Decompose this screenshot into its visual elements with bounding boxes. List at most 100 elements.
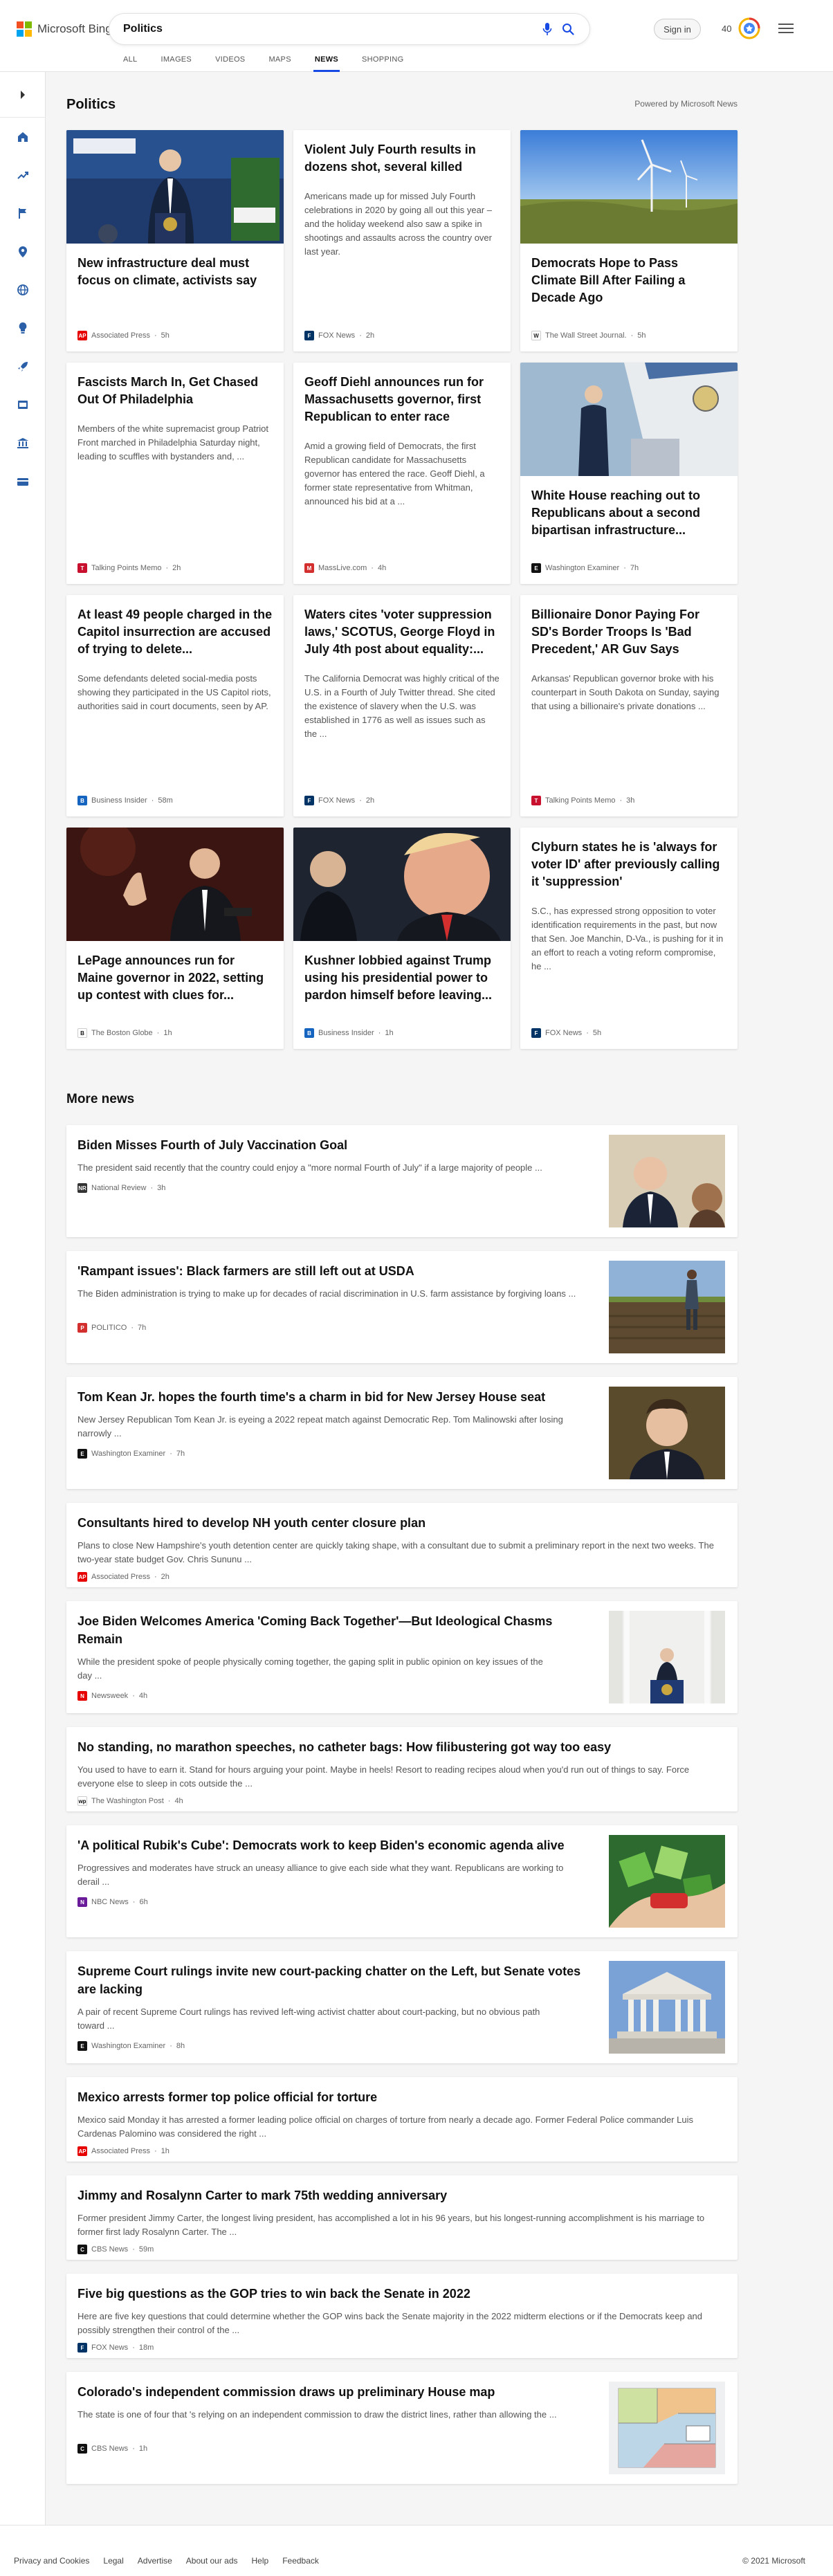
card-title[interactable]: LePage announces run for Maine governor …	[66, 952, 284, 1004]
list-item[interactable]: No standing, no marathon speeches, no ca…	[66, 1727, 738, 1811]
card-title[interactable]: Fascists March In, Get Chased Out Of Phi…	[66, 374, 284, 408]
news-card[interactable]: Democrats Hope to Pass Climate Bill Afte…	[520, 130, 738, 351]
bank-icon[interactable]	[15, 435, 31, 451]
source-logo-icon: E	[77, 1449, 87, 1459]
card-title[interactable]: Billionaire Donor Paying For SD's Border…	[520, 606, 738, 658]
search-icon[interactable]	[558, 19, 578, 39]
tab-shopping[interactable]: SHOPPING	[362, 55, 403, 72]
list-item[interactable]: Five big questions as the GOP tries to w…	[66, 2274, 738, 2358]
list-item[interactable]: Mexico arrests former top police officia…	[66, 2077, 738, 2162]
meta-separator: ·	[154, 1573, 157, 1581]
footer-link-privacy[interactable]: Privacy and Cookies	[14, 2556, 89, 2566]
section-title: Politics	[66, 97, 116, 112]
mic-icon[interactable]	[537, 19, 558, 39]
globe-icon[interactable]	[15, 282, 31, 298]
footer-link-advertise[interactable]: Advertise	[138, 2556, 172, 2566]
list-item[interactable]: Colorado's independent commission draws …	[66, 2372, 738, 2484]
list-item[interactable]: Supreme Court rulings invite new court-p…	[66, 1951, 738, 2063]
news-card[interactable]: LePage announces run for Maine governor …	[66, 828, 284, 1049]
tab-news[interactable]: NEWS	[313, 55, 340, 72]
rewards-icon[interactable]	[738, 17, 761, 40]
card-age: 2h	[365, 331, 375, 340]
news-card[interactable]: Kushner lobbied against Trump using his …	[293, 828, 511, 1049]
footer-link-help[interactable]: Help	[252, 2556, 269, 2566]
footer-link-feedback[interactable]: Feedback	[282, 2556, 319, 2566]
source-logo-icon: AP	[77, 2146, 87, 2156]
news-card[interactable]: Clyburn states he is 'always for voter I…	[520, 828, 738, 1049]
meta-separator: ·	[156, 1029, 160, 1037]
hamburger-menu-icon[interactable]	[778, 21, 794, 36]
tab-all[interactable]: ALL	[123, 55, 137, 72]
card-source: Talking Points Memo	[91, 564, 162, 572]
card-title[interactable]: New infrastructure deal must focus on cl…	[66, 255, 284, 289]
news-card[interactable]: White House reaching out to Republicans …	[520, 363, 738, 584]
rewards-count[interactable]: 40	[722, 24, 731, 34]
card-title[interactable]: Geoff Diehl announces run for Massachuse…	[293, 374, 511, 426]
list-item[interactable]: Jimmy and Rosalynn Carter to mark 75th w…	[66, 2175, 738, 2260]
list-item-title[interactable]: 'Rampant issues': Black farmers are stil…	[77, 1262, 414, 1280]
list-item-snippet: The state is one of four that 's relying…	[77, 2409, 557, 2420]
list-item-title[interactable]: Tom Kean Jr. hopes the fourth time's a c…	[77, 1388, 545, 1406]
list-item[interactable]: 'A political Rubik's Cube': Democrats wo…	[66, 1825, 738, 1937]
news-card[interactable]: New infrastructure deal must focus on cl…	[66, 130, 284, 351]
news-thumbnail	[609, 1611, 725, 1703]
home-icon[interactable]	[15, 129, 31, 145]
footer-link-legal[interactable]: Legal	[103, 2556, 123, 2566]
list-item-title[interactable]: Biden Misses Fourth of July Vaccination …	[77, 1136, 347, 1154]
list-item-title[interactable]: 'A political Rubik's Cube': Democrats wo…	[77, 1836, 565, 1854]
list-item-title[interactable]: Jimmy and Rosalynn Carter to mark 75th w…	[77, 2186, 447, 2204]
news-card[interactable]: Geoff Diehl announces run for Massachuse…	[293, 363, 511, 584]
tab-maps[interactable]: MAPS	[268, 55, 291, 72]
meta-separator: ·	[170, 1450, 172, 1458]
list-item-title[interactable]: Joe Biden Welcomes America 'Coming Back …	[77, 1612, 576, 1648]
card-title[interactable]: Clyburn states he is 'always for voter I…	[520, 839, 738, 890]
card-snippet: Amid a growing field of Democrats, the f…	[304, 441, 485, 506]
list-item[interactable]: Tom Kean Jr. hopes the fourth time's a c…	[66, 1377, 738, 1489]
footer-link-about-ads[interactable]: About our ads	[186, 2556, 238, 2566]
credit-card-icon[interactable]	[15, 473, 31, 490]
list-item-source: FOX News	[91, 2344, 129, 2352]
powered-by-text: Powered by Microsoft News	[634, 99, 738, 109]
list-item[interactable]: Biden Misses Fourth of July Vaccination …	[66, 1125, 738, 1237]
list-item-title[interactable]: Colorado's independent commission draws …	[77, 2383, 495, 2401]
list-item[interactable]: 'Rampant issues': Black farmers are stil…	[66, 1251, 738, 1363]
signin-button[interactable]: Sign in	[654, 19, 701, 39]
card-title[interactable]: Waters cites 'voter suppression laws,' S…	[293, 606, 511, 658]
movie-icon[interactable]	[15, 396, 31, 413]
news-thumbnail	[66, 130, 284, 244]
source-logo-icon: M	[304, 563, 314, 573]
card-title[interactable]: Democrats Hope to Pass Climate Bill Afte…	[520, 255, 738, 307]
list-item[interactable]: Consultants hired to develop NH youth ce…	[66, 1503, 738, 1587]
list-item-title[interactable]: Consultants hired to develop NH youth ce…	[77, 1514, 425, 1532]
search-input[interactable]	[123, 23, 537, 35]
search-box[interactable]	[109, 14, 589, 44]
lightbulb-icon[interactable]	[15, 320, 31, 336]
source-logo-icon: F	[304, 796, 314, 805]
list-item-snippet: The Biden administration is trying to ma…	[77, 1288, 576, 1299]
card-title[interactable]: Violent July Fourth results in dozens sh…	[293, 141, 511, 176]
bing-logo[interactable]: Microsoft Bing	[17, 19, 112, 39]
news-card[interactable]: Violent July Fourth results in dozens sh…	[293, 130, 511, 351]
location-icon[interactable]	[15, 244, 31, 260]
flag-icon[interactable]	[15, 205, 31, 221]
tab-videos[interactable]: VIDEOS	[215, 55, 245, 72]
news-card[interactable]: Fascists March In, Get Chased Out Of Phi…	[66, 363, 284, 584]
news-card[interactable]: Billionaire Donor Paying For SD's Border…	[520, 595, 738, 816]
expand-icon[interactable]	[0, 72, 46, 118]
card-title[interactable]: Kushner lobbied against Trump using his …	[293, 952, 511, 1004]
meta-separator: ·	[630, 331, 634, 340]
card-title[interactable]: At least 49 people charged in the Capito…	[66, 606, 284, 658]
list-item-title[interactable]: No standing, no marathon speeches, no ca…	[77, 1738, 611, 1756]
news-card[interactable]: At least 49 people charged in the Capito…	[66, 595, 284, 816]
list-item-title[interactable]: Supreme Court rulings invite new court-p…	[77, 1962, 589, 1998]
list-item-title[interactable]: Mexico arrests former top police officia…	[77, 2088, 377, 2106]
list-item[interactable]: Joe Biden Welcomes America 'Coming Back …	[66, 1601, 738, 1713]
list-item-title[interactable]: Five big questions as the GOP tries to w…	[77, 2285, 470, 2303]
list-item-age: 18m	[138, 2344, 154, 2352]
news-card[interactable]: Waters cites 'voter suppression laws,' S…	[293, 595, 511, 816]
tab-images[interactable]: IMAGES	[161, 55, 192, 72]
list-item-age: 2h	[161, 1573, 170, 1581]
rocket-icon[interactable]	[15, 358, 31, 375]
trending-icon[interactable]	[15, 167, 31, 183]
card-title[interactable]: White House reaching out to Republicans …	[520, 487, 738, 539]
